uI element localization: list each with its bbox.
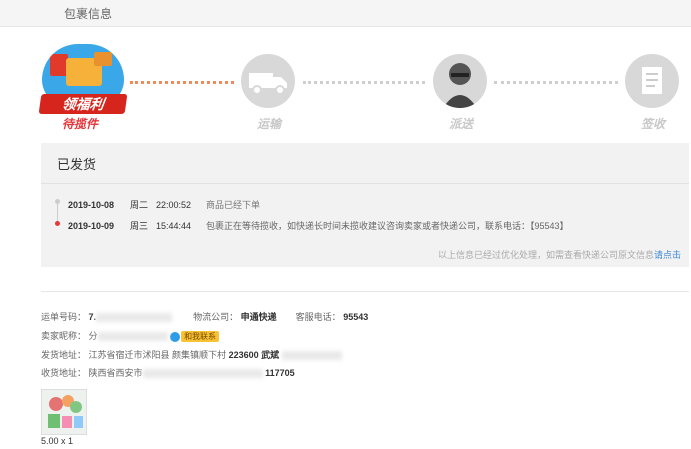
optimization-note: 以上信息已经过优化处理，如需查看快递公司原文信息请点击 [437,250,681,260]
document-icon [625,54,679,108]
logistics-company: 申通快递 [240,312,277,322]
ship-to-address: 陕西省西安市 [88,368,143,378]
promo-badge[interactable]: 领福利 待揽件 [38,44,128,131]
chat-icon [170,331,181,342]
detail-row-seller: 卖家昵称： 分 和我联系 [41,329,220,343]
page-title: 包裹信息 [64,7,113,21]
detail-row-ship-to: 收货地址： 陕西省西安市 117705 [41,368,295,379]
waybill-number: 7. [88,312,97,322]
progress-connector-1 [130,81,234,84]
view-original-link[interactable]: 请点击 [654,250,681,260]
log-row: 2019-10-08 周二 22:00:52 商品已经下单 [68,200,261,210]
detail-row-ship-from: 发货地址： 江苏省宿迁市沭阳县 颜集镇顺下村 223600 武斌 [41,348,342,361]
detail-row-waybill: 运单号码： 7. 物流公司： 申通快递 客服电话： 95543 [41,312,369,323]
progress-connector-3 [494,81,618,84]
step-label-pending: 待揽件 [61,117,98,131]
promo-banner: 领福利 [38,94,128,114]
step-label-delivery: 派送 [449,117,474,131]
progress-connector-2 [303,81,425,84]
timeline-dot-active [55,221,60,226]
ship-from-address: 江苏省宿迁市沭阳县 颜集镇顺下村 [88,350,227,360]
shipping-status: 已发货 [57,157,97,172]
product-thumbnail[interactable] [41,389,87,435]
service-phone: 95543 [343,312,369,322]
log-row: 2019-10-09 周三 15:44:44 包裹正在等待揽收，如快递长时间未揽收建议… [68,221,569,231]
contact-seller-button[interactable]: 和我联系 [181,331,220,343]
header-bar: 包裹信息 [0,0,691,27]
product-quantity: 5.00 x 1 [41,436,74,446]
timeline-line [57,201,58,223]
timeline-dot [55,199,60,204]
logistics-panel: 已发货 2019-10-08 周二 22:00:52 商品已经下单 2019-10-0… [41,143,689,267]
step-label-transport: 运输 [257,117,282,131]
seller-nickname: 分 [88,331,98,341]
courier-icon [433,54,487,108]
truck-icon [241,54,295,108]
step-label-received: 签收 [641,117,666,131]
